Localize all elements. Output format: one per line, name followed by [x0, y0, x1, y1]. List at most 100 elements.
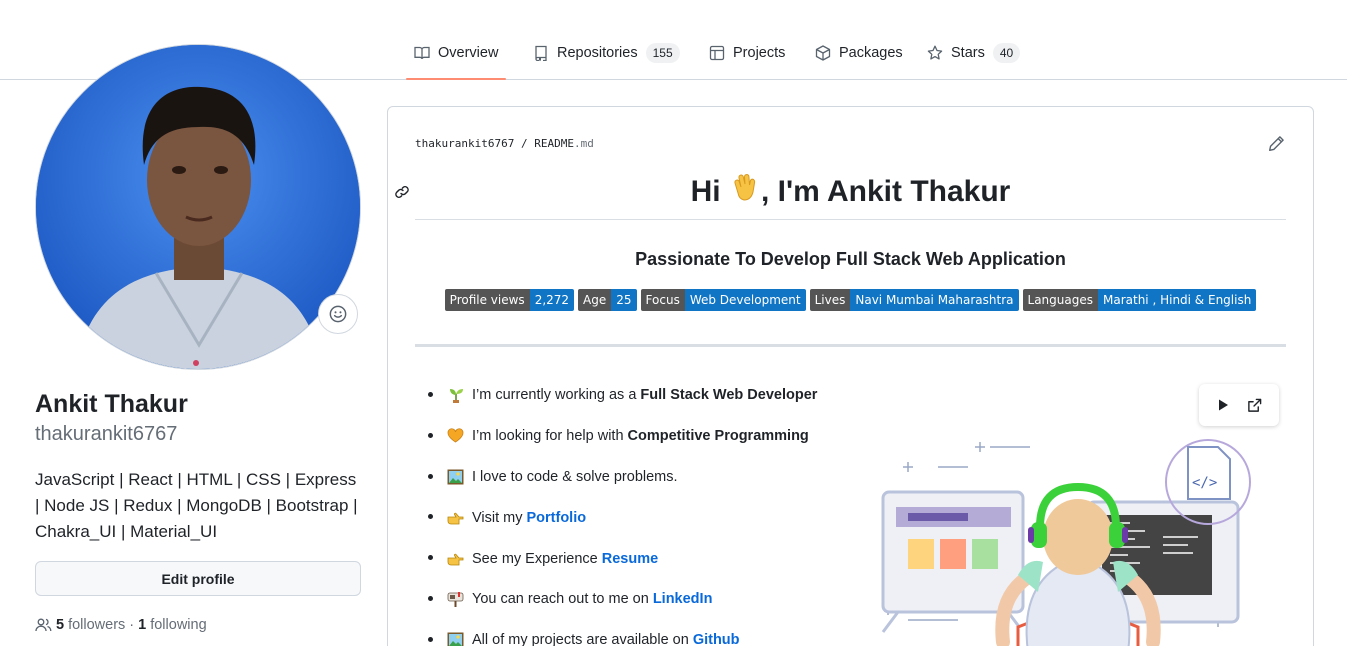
- list-item: You can reach out to me on LinkedIn: [428, 579, 817, 620]
- badge-profile-views: Profile views 2,272: [444, 289, 575, 311]
- item-text: All of my projects are available on: [472, 632, 689, 646]
- badge-lives: Lives Navi Mumbai Maharashtra: [809, 289, 1019, 311]
- set-status-button[interactable]: [318, 294, 358, 334]
- readme-divider: [415, 344, 1286, 347]
- item-text: You can reach out to me on: [472, 591, 649, 608]
- readme-heading: Hi , I'm Ankit Thakur: [415, 173, 1286, 220]
- portfolio-link[interactable]: Portfolio: [527, 510, 587, 526]
- smiley-icon: [329, 305, 347, 323]
- readme-tagline: Passionate To Develop Full Stack Web App…: [635, 249, 1066, 269]
- followers-count: 5: [56, 617, 65, 633]
- avatar[interactable]: [35, 44, 361, 370]
- badge-label: Profile views: [444, 289, 530, 311]
- followers-label: followers: [68, 617, 126, 633]
- picture-icon: [447, 468, 464, 485]
- tab-label: Overview: [438, 45, 499, 61]
- edit-readme-button[interactable]: [1268, 135, 1285, 157]
- avatar-photo: [36, 45, 360, 369]
- mailbox-icon: [447, 591, 464, 608]
- heading-anchor-link[interactable]: [394, 184, 410, 205]
- separator-dot: ·: [129, 617, 135, 633]
- readme-breadcrumb: thakurankit6767 / README.md: [415, 137, 594, 150]
- resume-link[interactable]: Resume: [602, 551, 658, 567]
- tab-label: Packages: [839, 45, 903, 61]
- link-icon: [395, 186, 409, 198]
- tab-label: Projects: [733, 45, 786, 61]
- badge-focus: Focus Web Development: [640, 289, 806, 311]
- tab-projects[interactable]: Projects: [709, 36, 785, 70]
- readme-filename: README: [534, 137, 574, 150]
- heart-icon: [447, 428, 464, 445]
- star-icon: [927, 45, 943, 60]
- external-link-icon: [1248, 398, 1262, 412]
- profile-bio: JavaScript | React | HTML | CSS | Expres…: [35, 470, 358, 541]
- item-text: I love to code & solve problems.: [472, 468, 678, 485]
- pencil-icon: [1269, 136, 1284, 151]
- profile-full-name: Ankit Thakur: [35, 390, 188, 418]
- follow-stats: 5 followers · 1 following: [35, 617, 207, 633]
- profile-username: thakurankit6767: [35, 423, 178, 445]
- tab-repositories[interactable]: Repositories 155: [533, 36, 680, 70]
- item-text: I’m currently working as a: [472, 387, 637, 404]
- tab-overview[interactable]: Overview: [405, 36, 507, 80]
- gif-player-controls: [1199, 384, 1279, 426]
- package-icon: [815, 45, 831, 61]
- svg-text:</>: </>: [1192, 475, 1217, 491]
- heading-prefix: Hi: [690, 175, 729, 208]
- badge-row: Profile views 2,272 Age 25 Focus Web Develo…: [415, 289, 1286, 311]
- book-icon: [414, 46, 430, 60]
- badge-languages: Languages Marathi , Hindi & English: [1022, 289, 1257, 311]
- list-item: I love to code & solve problems.: [428, 457, 817, 498]
- badge-label: Languages: [1022, 289, 1098, 311]
- readme-list: I’m currently working as a Full Stack Web…: [428, 375, 817, 646]
- badge-value: Marathi , Hindi & English: [1098, 289, 1257, 311]
- table-icon: [709, 45, 725, 61]
- badge-label: Lives: [809, 289, 851, 311]
- list-item: All of my projects are available on Githu…: [428, 620, 817, 646]
- readme-extension: .md: [573, 137, 594, 150]
- edit-profile-button[interactable]: Edit profile: [35, 561, 361, 596]
- item-text: See my Experience: [472, 550, 598, 567]
- item-bold: Competitive Programming: [627, 428, 809, 445]
- waving-hand-icon: [734, 173, 756, 201]
- badge-value: Navi Mumbai Maharashtra: [850, 289, 1019, 311]
- badge-label: Focus: [640, 289, 685, 311]
- followers-link[interactable]: 5 followers: [35, 617, 125, 633]
- following-link[interactable]: 1 following: [138, 617, 207, 633]
- badge-value: 2,272: [529, 289, 575, 311]
- breadcrumb-separator: /: [520, 137, 528, 150]
- repo-icon: [535, 45, 547, 61]
- readme-owner-link[interactable]: thakurankit6767: [415, 137, 514, 150]
- item-bold: Full Stack Web Developer: [640, 387, 818, 404]
- linkedin-link[interactable]: LinkedIn: [653, 591, 713, 607]
- list-item: I’m looking for help with Competitive Pro…: [428, 416, 817, 457]
- stars-count-badge: 40: [992, 43, 1021, 63]
- list-item: Visit my Portfolio: [428, 497, 817, 538]
- readme-panel: thakurankit6767 / README.md Hi , I'm Ank…: [387, 106, 1314, 646]
- pointing-hand-icon: [447, 550, 464, 567]
- list-item: See my Experience Resume: [428, 538, 817, 579]
- people-icon: [35, 618, 52, 632]
- github-link[interactable]: Github: [693, 632, 740, 646]
- tab-label: Stars: [951, 45, 985, 61]
- heading-suffix: , I'm Ankit Thakur: [760, 175, 1011, 208]
- following-label: following: [150, 617, 207, 633]
- developer-illustration: </>: [881, 439, 1251, 646]
- play-button[interactable]: [1216, 398, 1230, 412]
- open-external-button[interactable]: [1247, 398, 1262, 413]
- repo-count-badge: 155: [645, 43, 680, 63]
- badge-label: Age: [578, 289, 612, 311]
- badge-value: 25: [611, 289, 637, 311]
- list-item: I’m currently working as a Full Stack Web…: [428, 375, 817, 416]
- item-text: I’m looking for help with: [472, 428, 624, 445]
- tab-packages[interactable]: Packages: [815, 36, 903, 70]
- following-count: 1: [138, 617, 147, 633]
- seedling-icon: [447, 387, 464, 404]
- pointing-hand-icon: [447, 509, 464, 526]
- play-icon: [1219, 399, 1228, 411]
- tab-label: Repositories: [557, 45, 638, 61]
- badge-value: Web Development: [684, 289, 806, 311]
- picture-icon: [447, 632, 464, 646]
- badge-age: Age 25: [578, 289, 637, 311]
- tab-stars[interactable]: Stars 40: [927, 36, 1021, 70]
